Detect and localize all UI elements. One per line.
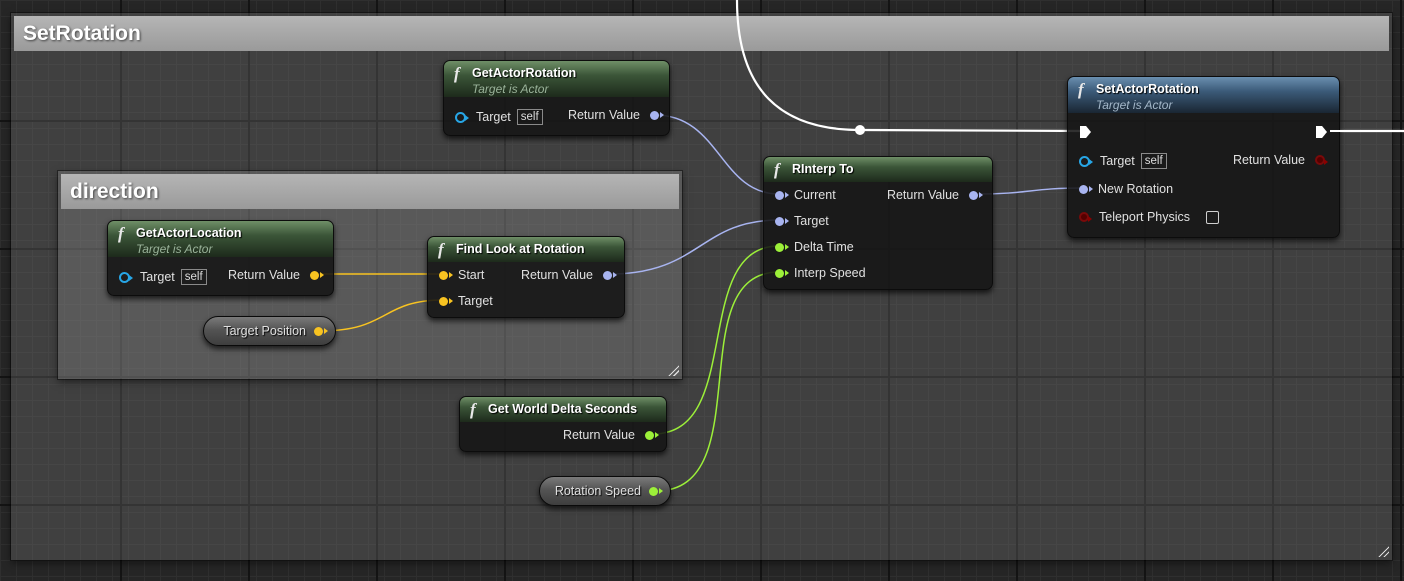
node-title: RInterp To [792,162,854,176]
vector-pin-icon[interactable] [439,296,453,306]
node-get-actor-location[interactable]: f GetActorLocation Target is Actor Targe… [107,220,334,296]
teleport-checkbox[interactable] [1206,210,1220,224]
node-header: f GetActorLocation Target is Actor [108,221,333,257]
node-title: GetActorRotation [472,66,577,80]
node-get-world-delta-seconds[interactable]: f Get World Delta Seconds Return Value [459,396,667,452]
function-icon: f [470,400,476,419]
pin-delta-time[interactable]: Delta Time [775,240,860,254]
pin-label: Return Value [1232,153,1305,167]
self-default-box[interactable]: self [516,109,543,125]
rotator-pin-icon[interactable] [775,216,789,226]
pin-label: Delta Time [794,240,854,254]
function-icon: f [454,64,460,83]
pin-return-value[interactable]: Return Value [881,188,983,202]
pin-label: Return Value [227,268,300,282]
variable-rotation-speed[interactable]: Rotation Speed [539,476,671,506]
object-pin-icon[interactable] [455,111,469,123]
node-set-actor-rotation[interactable]: f SetActorRotation Target is Actor Targe… [1067,76,1340,238]
pin-return-value[interactable]: Return Value [515,268,617,282]
pin-label: Teleport Physics [1099,210,1191,224]
variable-label: Rotation Speed [554,484,641,498]
pin-label: Interp Speed [794,266,866,280]
resize-grip-icon[interactable] [1377,545,1389,557]
pin-teleport-physics[interactable]: Teleport Physics [1079,210,1220,224]
pin-label: Target [794,214,829,228]
pin-return-value[interactable]: Return Value [557,428,659,442]
node-header: f Get World Delta Seconds [460,397,666,422]
pin-label: Target [140,270,175,284]
pin-return-value[interactable]: Return Value [562,108,664,122]
variable-target-position[interactable]: Target Position [203,316,336,346]
node-rinterp-to[interactable]: f RInterp To Current Target Delta Time I… [763,156,993,290]
vector-pin-icon[interactable] [439,270,453,280]
rotator-pin-icon[interactable] [650,110,664,120]
node-subtitle: Target is Actor [472,82,549,96]
exec-out-icon[interactable] [1316,126,1327,138]
pin-label: Target [1100,154,1135,168]
exec-in-pin[interactable] [1080,126,1091,138]
comment-title-bar[interactable]: direction [61,174,679,209]
self-default-box[interactable]: self [1140,153,1167,169]
pin-target[interactable]: Target self [119,269,207,285]
pin-current[interactable]: Current [775,188,842,202]
pin-return-value[interactable]: Return Value [1227,153,1328,167]
bool-pin-icon[interactable] [1079,212,1092,222]
node-header: f GetActorRotation Target is Actor [444,61,669,97]
self-default-box[interactable]: self [180,269,207,285]
function-icon: f [1078,80,1084,99]
pin-target[interactable]: Target [439,294,499,308]
comment-title: SetRotation [23,22,141,45]
pin-new-rotation[interactable]: New Rotation [1079,182,1179,196]
node-header: f SetActorRotation Target is Actor [1068,77,1339,113]
pin-target[interactable]: Target self [1079,153,1167,169]
pin-label: Target [476,110,511,124]
function-icon: f [438,240,444,259]
pin-return-value[interactable]: Return Value [222,268,324,282]
vector-pin-icon[interactable] [310,270,324,280]
node-title: SetActorRotation [1096,82,1199,96]
float-pin-icon[interactable] [775,242,789,252]
rotator-pin-icon[interactable] [1079,184,1093,194]
node-header: f Find Look at Rotation [428,237,624,262]
variable-label: Target Position [223,324,306,338]
node-subtitle: Target is Actor [1096,98,1173,112]
node-header: f RInterp To [764,157,992,182]
comment-title-bar[interactable]: SetRotation [14,16,1389,51]
object-pin-icon[interactable] [1079,155,1093,167]
node-title: Find Look at Rotation [456,242,585,256]
float-pin-icon[interactable] [649,486,663,496]
pin-target[interactable]: Target self [455,109,543,125]
pin-target[interactable]: Target [775,214,835,228]
pin-label: New Rotation [1098,182,1174,196]
rotator-pin-icon[interactable] [969,190,983,200]
comment-title: direction [70,180,159,203]
pin-label: Return Value [520,268,593,282]
object-pin-icon[interactable] [119,271,133,283]
pin-label: Return Value [562,428,635,442]
rotator-pin-icon[interactable] [775,190,789,200]
bool-pin-icon[interactable] [1315,155,1328,165]
pin-label: Target [458,294,493,308]
float-pin-icon[interactable] [775,268,789,278]
node-get-actor-rotation[interactable]: f GetActorRotation Target is Actor Targe… [443,60,670,136]
pin-start[interactable]: Start [439,268,490,282]
node-title: Get World Delta Seconds [488,402,638,416]
pin-label: Current [794,188,836,202]
exec-in-icon[interactable] [1080,126,1091,138]
pin-interp-speed[interactable]: Interp Speed [775,266,872,280]
function-icon: f [774,160,780,179]
exec-out-wire [1330,130,1404,132]
vector-pin-icon[interactable] [314,326,328,336]
node-find-look-at-rotation[interactable]: f Find Look at Rotation Start Target Ret… [427,236,625,318]
pin-label: Return Value [567,108,640,122]
pin-label: Return Value [886,188,959,202]
function-icon: f [118,224,124,243]
resize-grip-icon[interactable] [667,364,679,376]
node-subtitle: Target is Actor [136,242,213,256]
pin-label: Start [458,268,485,282]
rotator-pin-icon[interactable] [603,270,617,280]
node-title: GetActorLocation [136,226,242,240]
float-pin-icon[interactable] [645,430,659,440]
exec-out-pin[interactable] [1316,126,1327,138]
